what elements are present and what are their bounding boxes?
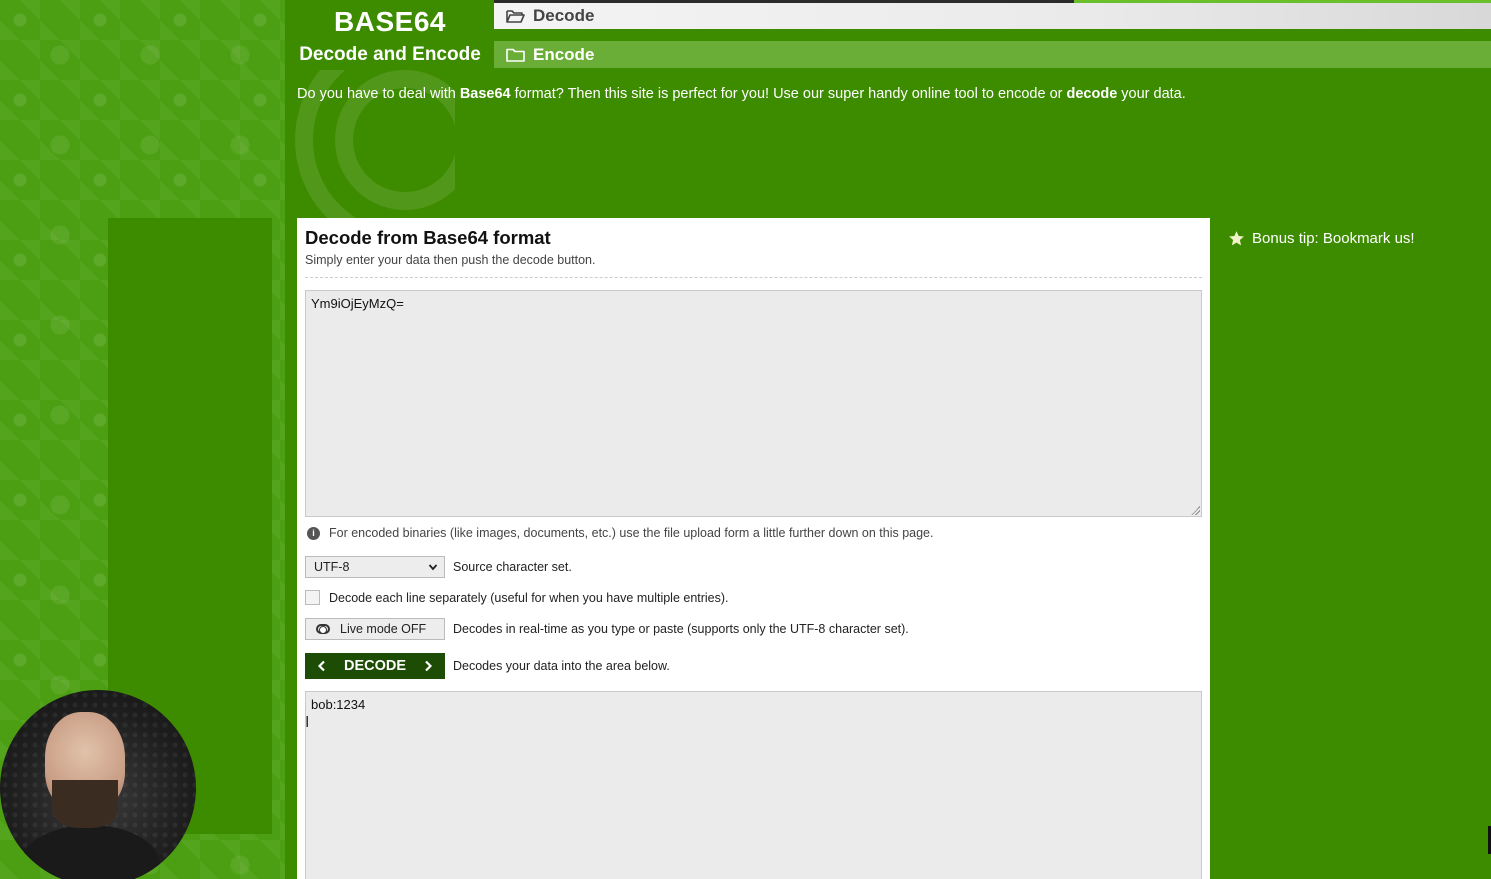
text-cursor-icon: I <box>305 714 310 731</box>
decode-card: Decode from Base64 format Simply enter y… <box>297 218 1210 879</box>
decode-button[interactable]: DECODE <box>305 653 445 679</box>
decode-lines-label[interactable]: Decode each line separately (useful for … <box>329 591 729 605</box>
input-textarea[interactable]: Ym9iOjEyMzQ= <box>305 290 1202 517</box>
top-accent-bar <box>1074 0 1491 3</box>
card-title: Decode from Base64 format <box>305 227 551 248</box>
chevron-left-icon <box>317 660 325 672</box>
output-textarea[interactable]: bob:1234 <box>305 691 1202 879</box>
star-icon <box>1229 231 1244 246</box>
decode-lines-checkbox[interactable] <box>305 590 320 605</box>
site-title: BASE64 <box>334 6 446 37</box>
bonus-tip[interactable]: Bonus tip: Bookmark us! <box>1228 230 1415 247</box>
chevron-down-icon <box>428 564 438 571</box>
intro-text: Do you have to deal with Base64 format? … <box>297 86 1186 102</box>
folder-icon <box>506 48 525 62</box>
decode-button-label: DECODE <box>343 658 407 674</box>
card-subtitle: Simply enter your data then push the dec… <box>305 253 596 267</box>
charset-label: Source character set. <box>453 560 572 574</box>
input-value: Ym9iOjEyMzQ= <box>311 296 404 311</box>
nav-tab-decode[interactable]: Decode <box>494 0 1491 29</box>
nav-tab-encode[interactable]: Encode <box>494 41 1491 68</box>
decode-row: DECODE Decodes your data into the area b… <box>305 653 670 679</box>
charset-row: UTF-8 Source character set. <box>305 556 572 578</box>
folder-open-icon <box>506 9 525 23</box>
decode-description: Decodes your data into the area below. <box>453 659 670 673</box>
nav-encode-label: Encode <box>533 44 595 64</box>
site-subtitle: Decode and Encode <box>299 44 481 65</box>
bonus-tip-text: Bonus tip: Bookmark us! <box>1252 230 1415 247</box>
webcam-overlay <box>0 690 196 879</box>
info-text: For encoded binaries (like images, docum… <box>329 526 934 540</box>
decode-lines-row: Decode each line separately (useful for … <box>305 590 729 605</box>
live-mode-button[interactable]: Live mode OFF <box>305 618 445 640</box>
live-mode-description: Decodes in real-time as you type or past… <box>453 622 909 636</box>
resize-handle[interactable] <box>1191 506 1200 515</box>
chevron-right-icon <box>425 660 433 672</box>
dashed-divider <box>305 277 1202 278</box>
output-value: bob:1234 <box>311 697 366 712</box>
binary-info: i For encoded binaries (like images, doc… <box>305 526 934 540</box>
site-brand[interactable]: BASE64 Decode and Encode <box>285 0 495 78</box>
charset-value: UTF-8 <box>314 560 350 574</box>
toggle-icon <box>316 624 330 634</box>
live-mode-label: Live mode OFF <box>340 622 427 636</box>
info-icon: i <box>307 526 320 540</box>
charset-select[interactable]: UTF-8 <box>305 556 445 578</box>
live-mode-row: Live mode OFF Decodes in real-time as yo… <box>305 618 909 640</box>
presenter-beard <box>52 780 118 828</box>
nav-decode-label: Decode <box>533 6 595 25</box>
